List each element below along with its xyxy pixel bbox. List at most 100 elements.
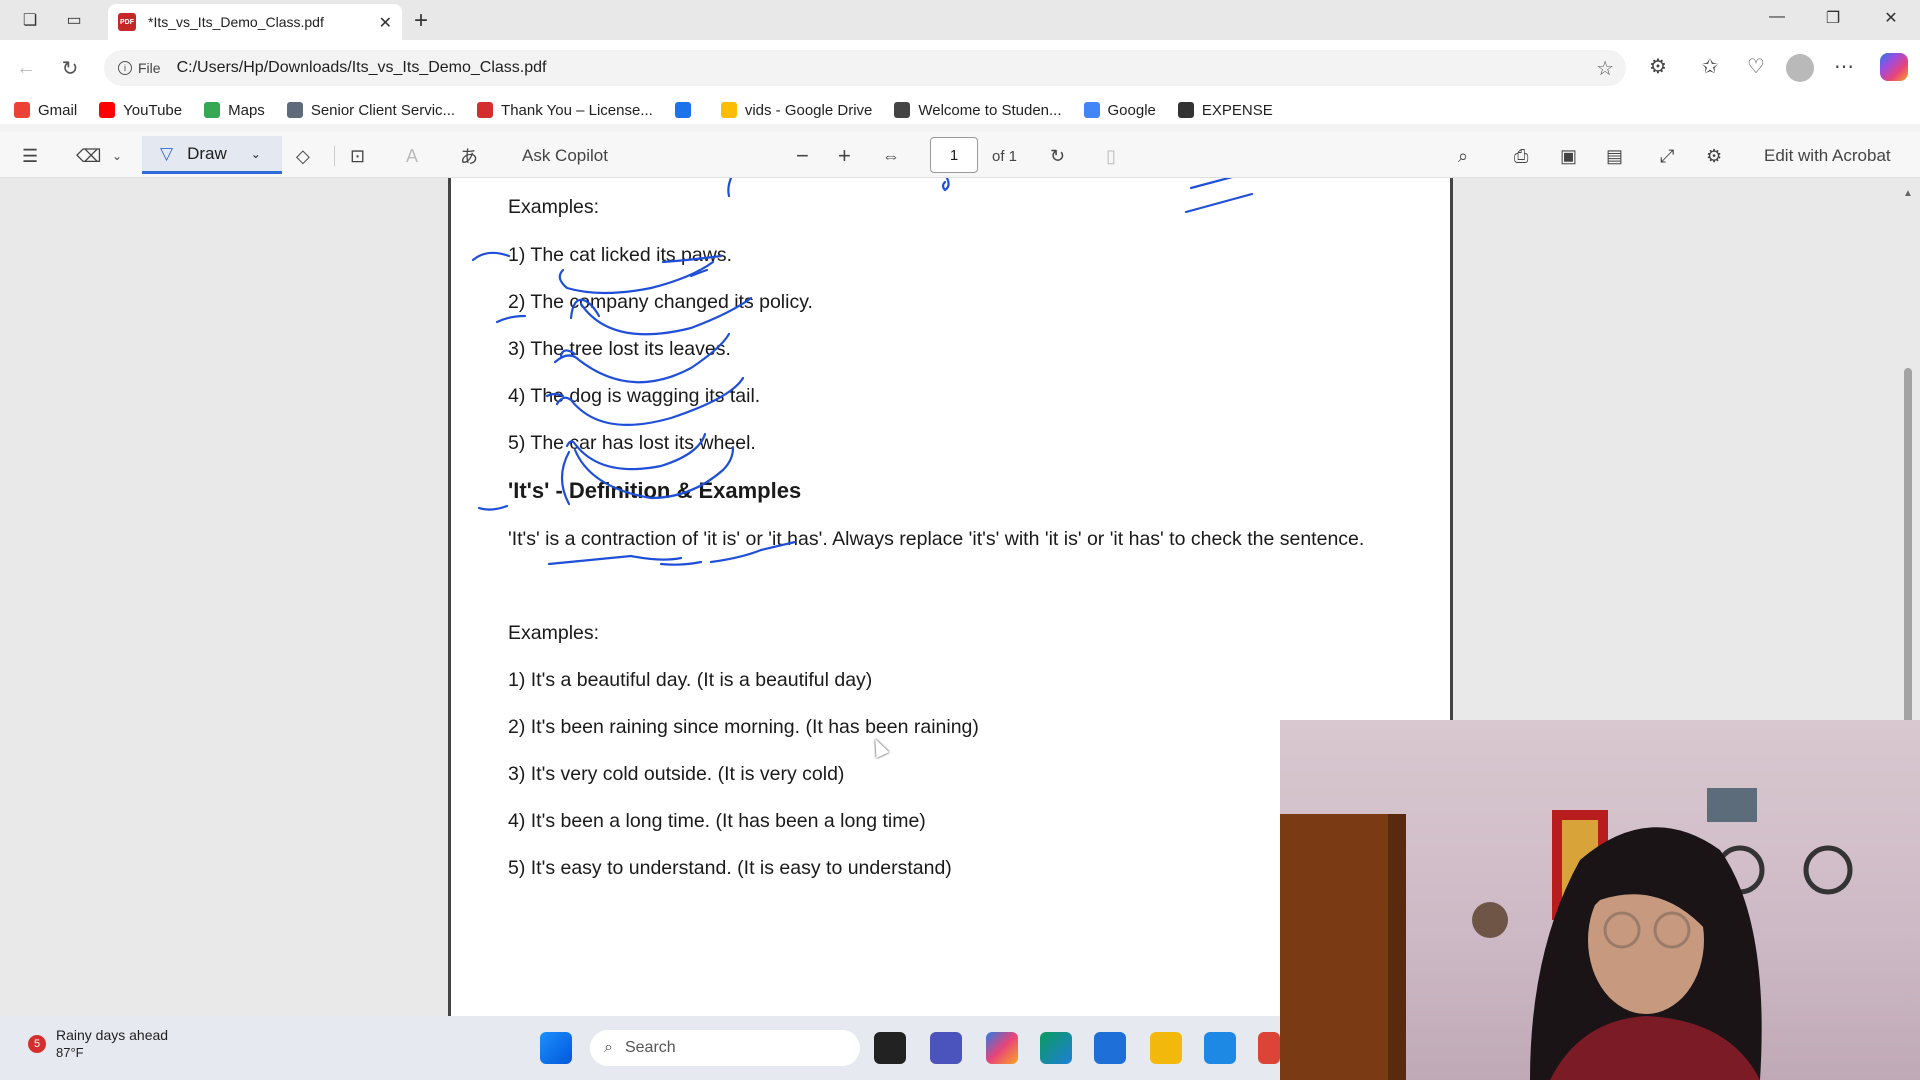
settings-icon[interactable]: ⚙ — [1706, 144, 1722, 168]
draw-button[interactable]: ▽ Draw ⌄ — [142, 136, 282, 174]
eraser-icon[interactable]: ◇ — [296, 144, 310, 168]
bookmark-item[interactable]: Welcome to Studen... — [894, 101, 1062, 119]
title-bar: ❏ ▭ PDF *Its_vs_Its_Demo_Class.pdf ✕ + —… — [0, 0, 1920, 40]
draw-dropdown-icon[interactable]: ⌄ — [251, 147, 261, 161]
search-placeholder: Search — [624, 1039, 676, 1056]
bookmark-item[interactable]: Gmail — [14, 102, 77, 119]
bookmark-item[interactable]: Google — [1083, 101, 1156, 119]
gmail-icon — [14, 102, 30, 118]
bookmark-item[interactable] — [674, 102, 699, 118]
bookmarks-bar: Gmail YouTube Maps Senior Client Servic... T… — [0, 96, 1920, 124]
bookmark-item[interactable]: EXPENSE — [1177, 102, 1273, 119]
diamond-icon — [1177, 102, 1194, 118]
toolbar-divider — [334, 146, 335, 166]
youtube-icon — [99, 102, 116, 118]
tab-title: *Its_vs_Its_Demo_Class.pdf — [148, 14, 324, 30]
weather-text: Rainy days ahead — [56, 1027, 169, 1043]
extensions-icon[interactable]: ⚙ — [1644, 54, 1672, 79]
fullscreen-icon[interactable]: ⤢ — [1660, 144, 1674, 168]
page-number-input[interactable]: 1 — [930, 137, 978, 173]
browser-essentials-icon[interactable]: ♡ — [1742, 54, 1770, 79]
chrome-icon[interactable] — [1258, 1032, 1280, 1064]
bookmark-label: YouTube — [123, 101, 183, 119]
read-aloud-icon[interactable]: A — [406, 144, 418, 168]
text-box-icon[interactable]: ⊡ — [350, 144, 365, 168]
pen-icon: ▽ — [160, 143, 174, 163]
temperature-text: 87°F — [56, 1045, 84, 1060]
page-count-label: of 1 — [992, 147, 1018, 165]
edge-icon[interactable] — [1040, 1032, 1072, 1064]
bookmark-label: vids - Google Drive — [744, 101, 873, 119]
bookmark-label: Gmail — [38, 101, 78, 119]
windows-start-icon[interactable] — [540, 1032, 572, 1064]
task-view-icon[interactable] — [874, 1032, 906, 1064]
zoom-out-icon[interactable]: − — [796, 143, 809, 168]
close-window-button[interactable]: ✕ — [1876, 8, 1906, 28]
teams-icon[interactable] — [930, 1032, 962, 1064]
close-tab-icon[interactable]: ✕ — [379, 13, 392, 33]
contents-list-icon[interactable]: ☰ — [22, 144, 38, 168]
vertical-tabs-icon[interactable]: ▭ — [62, 8, 86, 32]
find-icon[interactable]: ⌕ — [1458, 144, 1468, 168]
taskbar-search[interactable]: ⌕ Search — [590, 1030, 860, 1066]
zoom-in-icon[interactable]: + — [838, 143, 851, 168]
store-icon[interactable] — [1094, 1032, 1126, 1064]
translate-icon[interactable]: あ — [460, 144, 478, 168]
grid-icon — [674, 102, 691, 118]
profile-avatar[interactable] — [1786, 54, 1814, 82]
site-info-chip[interactable]: i File — [118, 60, 161, 76]
bookmark-item[interactable]: Senior Client Servic... — [286, 102, 455, 119]
tab-active[interactable]: PDF *Its_vs_Its_Demo_Class.pdf ✕ — [108, 4, 402, 40]
copilot-app-icon[interactable] — [986, 1032, 1018, 1064]
rotate-icon[interactable]: ↻ — [1050, 144, 1065, 168]
edit-with-acrobat-button[interactable]: Edit with Acrobat — [1764, 144, 1891, 168]
ask-copilot-button[interactable]: Ask Copilot — [522, 144, 608, 168]
save-icon[interactable]: ▣ — [1560, 144, 1577, 168]
bookmark-item[interactable]: Maps — [204, 102, 265, 119]
weather-widget[interactable]: 5 Rainy days ahead 87°F — [28, 1026, 168, 1062]
pdf-file-icon: PDF — [118, 13, 136, 31]
scroll-up-arrow-icon[interactable]: ▲ — [1903, 188, 1913, 199]
refresh-icon[interactable]: ↻ — [58, 56, 82, 80]
minimize-button[interactable]: — — [1762, 8, 1792, 26]
address-bar[interactable]: i File C:/Users/Hp/Downloads/Its_vs_Its_… — [104, 50, 1626, 86]
favorite-star-icon[interactable]: ☆ — [1596, 56, 1614, 81]
drive-icon — [720, 102, 737, 118]
highlight-dropdown-icon[interactable]: ⌄ — [112, 144, 122, 168]
lt-icon — [477, 102, 494, 118]
pdf-toolbar: ☰ ⌫ ⌄ ▽ Draw ⌄ ◇ ⊡ A あ Ask Copilot − + ⇔… — [0, 132, 1920, 178]
bookmark-item[interactable]: YouTube — [99, 102, 182, 119]
copilot-icon[interactable] — [1880, 53, 1908, 81]
back-icon[interactable]: ← — [14, 56, 38, 80]
weather-alert-badge: 5 — [28, 1035, 46, 1053]
highlight-icon[interactable]: ⌫ — [76, 144, 101, 168]
search-icon: ⌕ — [604, 1039, 613, 1056]
restore-button[interactable]: ❐ — [1818, 8, 1848, 28]
webcam-overlay — [1280, 720, 1920, 1080]
file-explorer-icon[interactable] — [1150, 1032, 1182, 1064]
page-view-icon[interactable]: ▯ — [1106, 144, 1116, 168]
fit-page-icon[interactable]: ⇔ — [882, 144, 900, 168]
maps-icon — [204, 102, 221, 118]
globe-icon — [894, 102, 911, 118]
bookmark-item[interactable]: vids - Google Drive — [720, 101, 873, 119]
site-info-label: File — [138, 60, 161, 76]
photos-icon[interactable] — [1204, 1032, 1236, 1064]
bookmark-label: Thank You – License... — [501, 101, 653, 119]
bookmark-item[interactable]: Thank You – License... — [477, 102, 653, 119]
cloud-icon — [286, 102, 303, 118]
more-menu-icon[interactable]: ⋯ — [1830, 54, 1858, 79]
bookmark-label: Welcome to Studen... — [918, 101, 1062, 119]
bookmark-label: Maps — [228, 101, 265, 119]
favorites-icon[interactable]: ✩ — [1696, 54, 1724, 79]
save-as-icon[interactable]: ▤ — [1606, 144, 1623, 168]
bookmark-label: Google — [1107, 101, 1156, 119]
url-text[interactable]: C:/Users/Hp/Downloads/Its_vs_Its_Demo_Cl… — [177, 59, 547, 77]
google-icon — [1083, 102, 1100, 118]
info-icon: i — [118, 61, 132, 75]
draw-label: Draw — [187, 143, 227, 163]
taskbar: 5 Rainy days ahead 87°F ⌕ Search — [0, 1016, 1280, 1080]
workspaces-icon[interactable]: ❏ — [18, 8, 42, 32]
print-icon[interactable]: ⎙ — [1514, 144, 1528, 168]
new-tab-button[interactable]: + — [414, 7, 428, 35]
